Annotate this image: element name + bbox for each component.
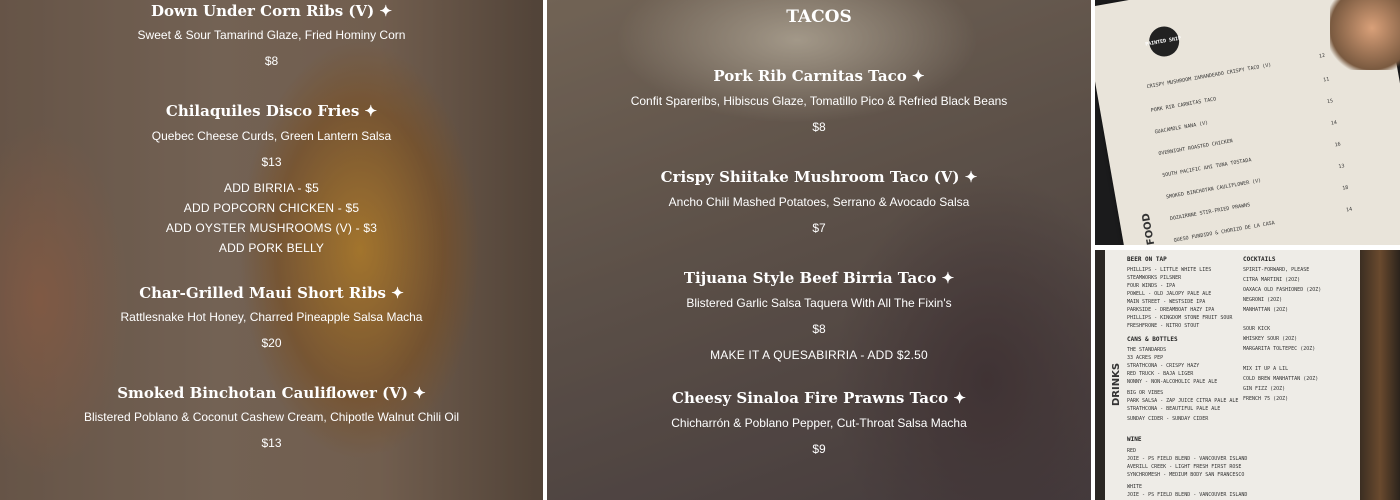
menu-line: POWELL - OLD JALOPY PALE ALE [1127,291,1212,297]
menu-line: FRESHFRONE - NITRO STOUT [1127,323,1200,329]
menu-line: BIG OR VIBES [1127,390,1164,396]
item-price: $20 [261,336,282,350]
addon-line: ADD POPCORN CHICKEN - $5 [183,201,360,215]
menu-line: OAXACA OLD FASHIONED (2OZ) [1243,287,1322,293]
menu-line: SOUR KICK [1243,326,1271,332]
printed-drinks-sheet: DRINKS BEER ON TAP PHILLIPS - LITTLE WHI… [1105,250,1360,500]
menu-line: STRATHCONA - BEAUTIFUL PALE ALE [1127,406,1221,412]
menu-price: 16 [1334,141,1342,149]
item-price: $8 [812,322,826,336]
menu-price: 13 [1338,163,1346,171]
menu-line: CITRA MARTINI (2OZ) [1243,277,1301,283]
menu-line: THE STANDARDS [1127,347,1167,353]
menu-line: PHILLIPS - KINGDOM STONE FRUIT SOUR [1127,315,1233,321]
menu-line: WHITE [1127,484,1143,490]
addon-line: ADD BIRRIA - $5 [223,181,320,195]
menu-line: GUACAMOLE NANA (V) [1154,120,1209,136]
item-desc: Ancho Chili Mashed Potatoes, Serrano & A… [668,195,970,209]
menu-line: COLD BREW MANHATTAN (2OZ) [1243,376,1319,382]
wood-background [1360,250,1400,500]
item-desc: Rattlesnake Hot Honey, Charred Pineapple… [120,310,423,324]
menu-line: AVERILL CREEK - LIGHT FRESH FIRST ROSE [1127,464,1242,470]
drinks-side-label: DRINKS [1111,362,1122,406]
item-title: Char-Grilled Maui Short Ribs ✦ [139,284,404,302]
item-title: Cheesy Sinaloa Fire Prawns Taco ✦ [672,389,966,407]
item-desc: Confit Spareribs, Hibiscus Glaze, Tomati… [630,94,1008,108]
menu-price: 12 [1318,52,1326,60]
item-desc: Sweet & Sour Tamarind Glaze, Fried Homin… [137,28,406,42]
drink-glass [1330,0,1400,70]
menu-line: JOIE - PS FIELD BLEND - VANCOUVER ISLAND [1127,492,1248,498]
menu-line: GIN FIZZ (2OZ) [1243,386,1286,392]
item-title: Pork Rib Carnitas Taco ✦ [713,67,925,85]
menu-line: MARGARITA TOLTEPEC (2OZ) [1243,346,1316,352]
item-desc: Blistered Garlic Salsa Taquera With All … [686,296,952,310]
menu-line: SPIRIT-FORWARD, PLEASE [1243,267,1310,273]
menu-line: 33 ACRES PEP [1127,355,1164,361]
menu-line: SOUTH PACIFIC AHI TUNA TOSTADA [1161,157,1252,179]
item-title: Tijuana Style Beef Birria Taco ✦ [683,269,955,287]
item-desc: Quebec Cheese Curds, Green Lantern Salsa [151,129,392,143]
item-title: Crispy Shiitake Mushroom Taco (V) ✦ [660,168,978,186]
menu-line: STRATHCONA - CRISPY HAZY [1127,363,1200,369]
item-desc: Chicharrón & Poblano Pepper, Cut-Throat … [671,416,967,430]
addon-line: ADD OYSTER MUSHROOMS (V) - $3 [165,221,378,235]
menu-line: SUNDAY CIDER - SUNDAY CIDER [1127,416,1209,422]
menu-price: 18 [1341,184,1349,192]
menu-line: NONNY - NON-ALCOHOLIC PALE ALE [1127,379,1218,385]
addon-line: ADD PORK BELLY [218,241,325,255]
menu-price: 14 [1330,119,1338,127]
menu-line: FRENCH 75 (2OZ) [1243,396,1289,402]
menu-line: PHILLIPS - LITTLE WHITE LIES [1127,267,1212,273]
item-price: $7 [812,221,826,235]
menu-line: PARK SALSA - ZAP JUICE CITRA PALE ALE [1127,398,1239,404]
menu-price: 11 [1322,76,1330,84]
food-side-label: FOOD [1140,212,1158,245]
menu-price: 14 [1345,206,1353,214]
menu-line: SMOKED BINCHOTAN CAULIFLOWER (V) [1165,177,1262,201]
menu-line: OVERNIGHT ROASTED CHICKEN [1158,138,1234,158]
item-title: Smoked Binchotan Cauliflower (V) ✦ [117,384,426,402]
menu-line: FOUR WINDS - IPA [1127,283,1176,289]
menu-line: QUESO FUNDIDO & CHORIZO DE LA CASA [1173,220,1276,244]
menu-line: NEGRONI (2OZ) [1243,297,1283,303]
menu-price: 15 [1326,98,1334,106]
menu-panel-tacos: TACOS Pork Rib Carnitas Taco ✦ Confit Sp… [547,0,1091,500]
drinks-menu-photo: DRINKS BEER ON TAP PHILLIPS - LITTLE WHI… [1095,250,1400,500]
item-price: $13 [261,155,282,169]
menu-line: MAIN STREET - WESTSIDE IPA [1127,299,1206,305]
menu-line: CRISPY MUSHROOM ZARANDEADO CRISPY TACO (… [1146,62,1272,91]
cocktails-heading: COCKTAILS [1243,256,1276,263]
food-menu-photo: PAINTED SHIP FOOD CRISPY MUSHROOM ZARAND… [1095,0,1400,245]
menu-panel-appetizers: Down Under Corn Ribs (V) ✦ Sweet & Sour … [0,0,543,500]
cans-heading: CANS & BOTTLES [1127,336,1178,343]
menu-line: MIX IT UP A LIL [1243,366,1289,372]
item-price: $13 [261,436,282,450]
item-price: $8 [264,54,279,68]
item-title: Down Under Corn Ribs (V) ✦ [150,2,393,20]
item-price: $9 [812,442,826,456]
menu-line: RED [1127,448,1137,454]
menu-line: DOZAIRNNE STIR-FRIED PRAWNS [1169,202,1251,223]
beer-heading: BEER ON TAP [1127,256,1167,263]
menu-line: PARKSIDE - DREAMBOAT HAZY IPA [1127,307,1215,313]
item-desc: Blistered Poblano & Coconut Cashew Cream… [83,410,460,424]
menu-line: SYNCHROMESH - MEDIUM BODY SAN FRANCESCO [1127,472,1245,478]
menu-line: PORK RIB CARNITAS TACO [1150,96,1217,114]
wine-heading: WINE [1127,436,1142,443]
item-title: Chilaquiles Disco Fries ✦ [165,102,378,120]
menu-line: MANHATTAN (2OZ) [1243,307,1289,313]
menu-line: STEAMWORKS PILSNER [1127,275,1182,281]
menu-line: RED TRUCK - BAJA LIGER [1127,371,1194,377]
item-price: $8 [812,120,826,134]
section-heading: TACOS [786,7,852,27]
addon-line: MAKE IT A QUESABIRRIA - ADD $2.50 [710,348,928,362]
menu-line: JOIE - PS FIELD BLEND - VANCOUVER ISLAND [1127,456,1248,462]
menu-line: WHISKEY SOUR (2OZ) [1243,336,1298,342]
